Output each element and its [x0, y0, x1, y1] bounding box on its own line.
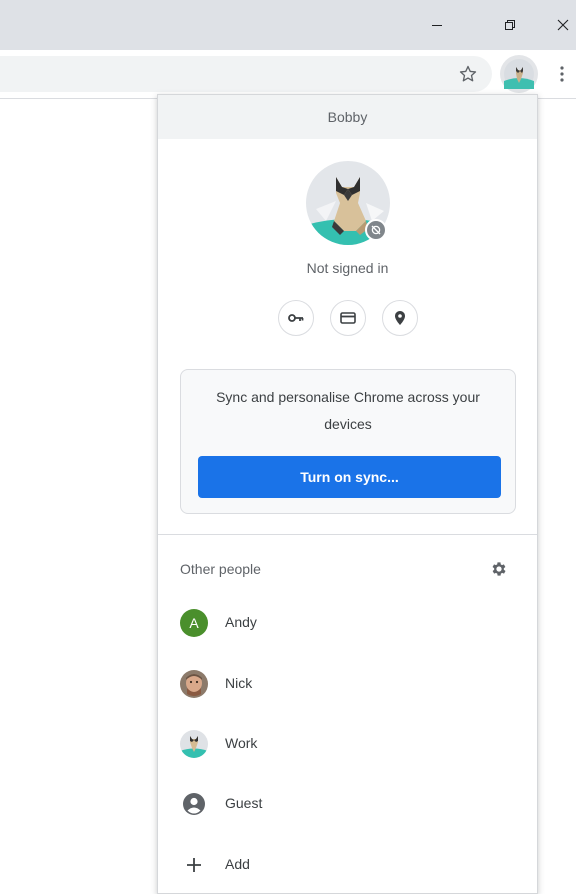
minimize-button[interactable] [414, 0, 460, 50]
location-pin-icon [395, 311, 405, 325]
guest-avatar [180, 790, 208, 818]
person-item-andy[interactable]: A Andy [158, 599, 537, 649]
section-divider [158, 534, 537, 535]
passwords-button[interactable] [278, 300, 314, 336]
cat-avatar-icon [180, 730, 208, 758]
address-bar[interactable] [0, 56, 492, 92]
restore-icon [505, 20, 515, 30]
gear-icon [492, 562, 506, 576]
restore-button[interactable] [487, 0, 533, 50]
sign-in-status: Not signed in [306, 260, 389, 276]
sync-paused-badge [365, 219, 387, 241]
person-item-guest[interactable]: Guest [158, 780, 537, 830]
person-item-work[interactable]: Work [158, 720, 537, 770]
add-icon-wrap [180, 851, 208, 879]
sync-promo-text: Sync and personalise Chrome across your … [216, 389, 480, 432]
person-name: Work [225, 735, 258, 751]
payment-methods-button[interactable] [330, 300, 366, 336]
credit-card-icon [340, 312, 356, 324]
minimize-icon [432, 25, 442, 26]
work-avatar [180, 730, 208, 758]
profile-menu: Bobby Not signed in Sync and personalise… [157, 94, 538, 894]
profile-avatar-icon [504, 59, 534, 89]
quick-access-icons [278, 300, 418, 336]
person-name: Guest [225, 795, 263, 811]
guest-icon [183, 793, 205, 815]
photo-avatar-icon [180, 670, 208, 698]
person-name: Andy [225, 614, 257, 630]
close-icon [557, 19, 569, 31]
star-icon [459, 65, 477, 82]
andy-avatar: A [180, 609, 208, 637]
person-item-nick[interactable]: Nick [158, 660, 537, 710]
close-button[interactable] [540, 0, 576, 50]
profile-button[interactable] [500, 55, 538, 93]
sync-off-icon [371, 225, 381, 235]
add-person-label: Add [225, 856, 250, 872]
addresses-button[interactable] [382, 300, 418, 336]
manage-people-button[interactable] [488, 558, 510, 580]
toolbar [0, 50, 576, 99]
add-person-item[interactable]: Add [158, 841, 537, 891]
sync-promo-card: Sync and personalise Chrome across your … [180, 369, 516, 514]
key-icon [288, 314, 304, 322]
turn-on-sync-button[interactable]: Turn on sync... [198, 456, 501, 498]
bookmark-button[interactable] [452, 58, 484, 90]
more-vert-icon [560, 66, 564, 82]
plus-icon [187, 858, 201, 872]
title-bar [0, 0, 576, 50]
chrome-menu-button[interactable] [552, 60, 572, 88]
profile-name-header: Bobby [158, 95, 537, 139]
other-people-label: Other people [180, 561, 261, 577]
nick-avatar [180, 670, 208, 698]
person-name: Nick [225, 675, 253, 691]
